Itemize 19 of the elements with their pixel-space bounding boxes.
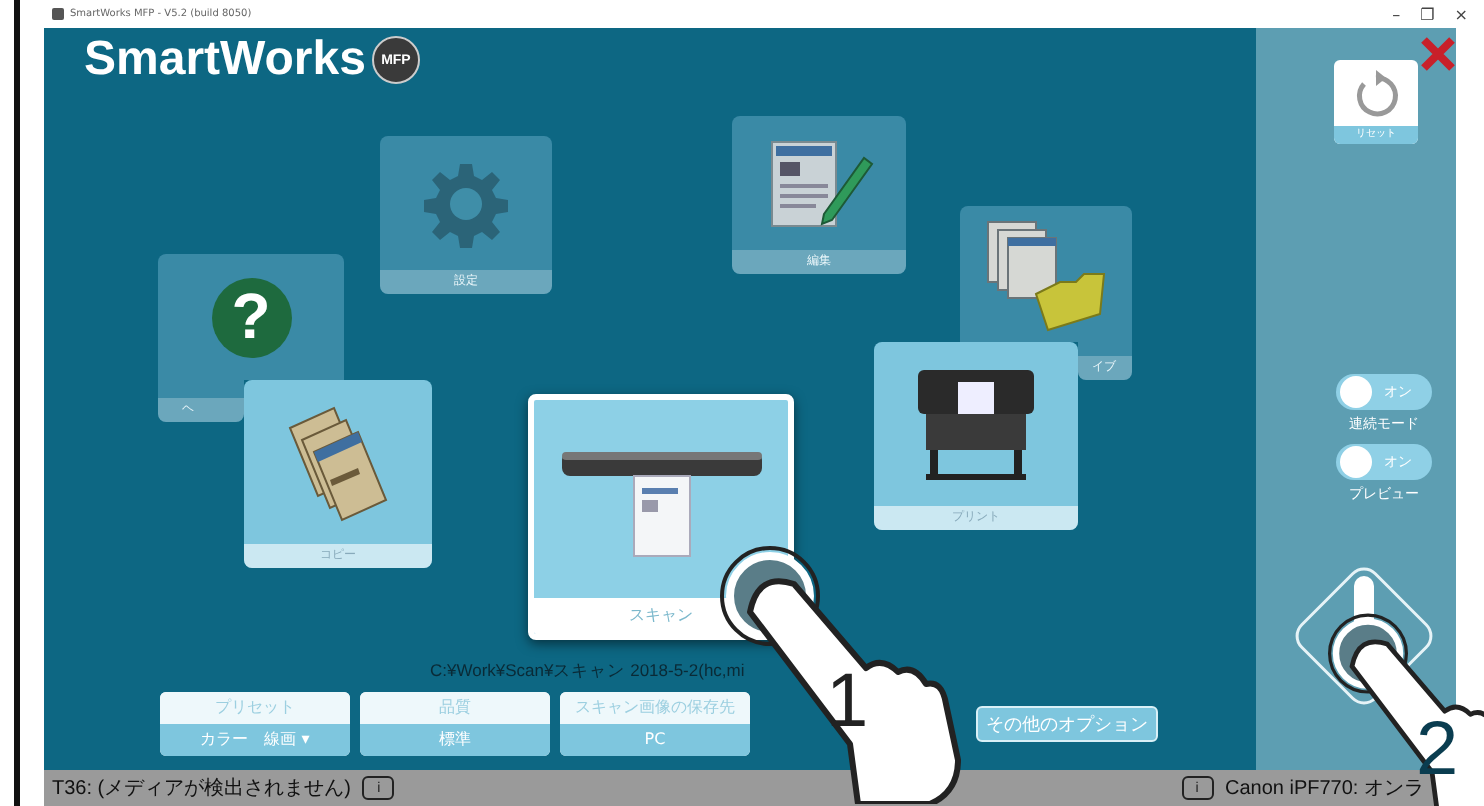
window-control-button[interactable]: × xyxy=(1454,5,1468,23)
gear-icon xyxy=(422,159,510,247)
reset-icon xyxy=(1352,68,1400,120)
output-path: C:¥Work¥Scan¥スキャン 2018-5-2(hc,mi xyxy=(430,658,745,684)
function-tile[interactable]: スキャン xyxy=(528,394,794,640)
window-control-button[interactable]: – xyxy=(1392,5,1401,23)
option-button[interactable]: 品質 標準 xyxy=(360,692,550,756)
printer-status: Canon iPF770: オンラ xyxy=(1225,776,1424,802)
close-icon[interactable] xyxy=(1420,36,1456,72)
app-icon xyxy=(52,8,64,20)
help-icon: ? xyxy=(211,277,291,357)
option-button[interactable]: スキャン画像の保存先 PC xyxy=(560,692,750,756)
logo-text: SmartWorks xyxy=(84,32,366,88)
option-button[interactable]: プリセット カラー 線画 ▾ xyxy=(160,692,350,756)
window-control-button[interactable]: ❐ xyxy=(1420,5,1435,23)
function-tile[interactable] xyxy=(960,206,1132,342)
status-message: T36: (メディアが検出されません) xyxy=(52,775,351,802)
function-tile[interactable]: ? xyxy=(158,254,344,380)
more-options-button[interactable]: その他のオプション xyxy=(976,706,1158,742)
